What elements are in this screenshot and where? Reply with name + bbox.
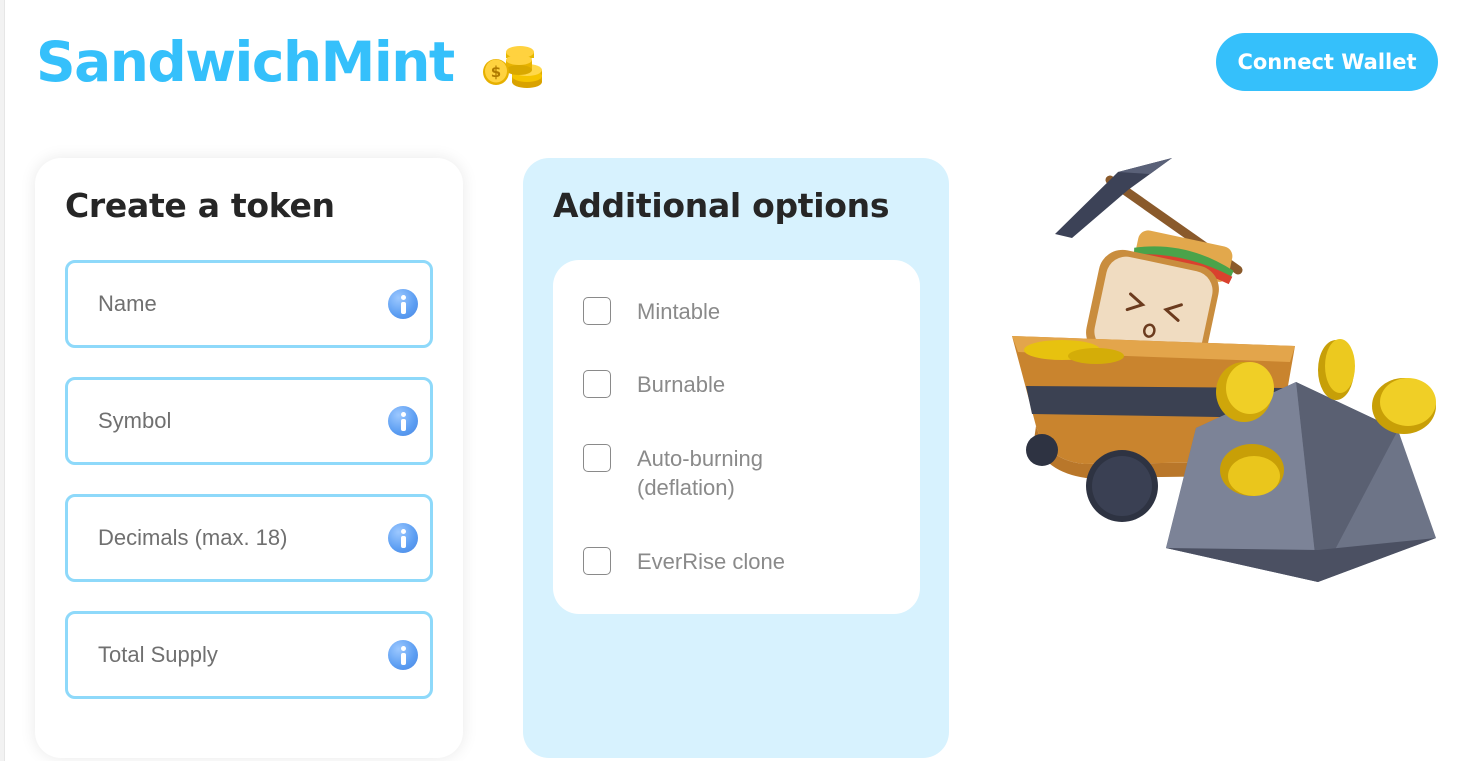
symbol-field-placeholder: Symbol [98, 408, 172, 433]
burnable-checkbox[interactable] [583, 370, 611, 398]
decimals-field-placeholder: Decimals (max. 18) [98, 525, 288, 550]
everrise-clone-checkbox[interactable] [583, 547, 611, 575]
additional-options-title: Additional options [553, 186, 890, 225]
name-field-placeholder: Name [98, 291, 157, 316]
logo-text: SandwichMint [36, 30, 455, 94]
decimals-field[interactable]: Decimals (max. 18) [65, 494, 433, 582]
option-label: Burnable [637, 372, 726, 397]
option-mintable[interactable]: Mintable [583, 297, 817, 326]
sandwich-mine-cart-illustration [1000, 150, 1450, 595]
create-token-card: Create a token Name Symbol Decimals (max… [35, 158, 463, 758]
mintable-checkbox[interactable] [583, 297, 611, 325]
svg-text:$: $ [490, 63, 500, 81]
page-left-edge [0, 0, 5, 761]
name-field[interactable]: Name [65, 260, 433, 348]
option-auto-burning[interactable]: Auto-burning (deflation) [583, 444, 817, 502]
option-burnable[interactable]: Burnable [583, 370, 817, 399]
total-supply-field-placeholder: Total Supply [98, 642, 218, 667]
option-label: EverRise clone [637, 549, 785, 574]
money-coins-icon: $ [480, 42, 544, 90]
info-icon[interactable] [388, 523, 418, 553]
total-supply-field[interactable]: Total Supply [65, 611, 433, 699]
logo[interactable]: SandwichMint $ [36, 24, 544, 100]
auto-burning-checkbox[interactable] [583, 444, 611, 472]
create-token-title: Create a token [65, 186, 335, 225]
symbol-field[interactable]: Symbol [65, 377, 433, 465]
connect-wallet-button[interactable]: Connect Wallet [1216, 33, 1438, 91]
options-list: Mintable Burnable Auto-burning (deflatio… [553, 260, 920, 614]
option-label: Auto-burning (deflation) [637, 446, 763, 500]
info-icon[interactable] [388, 640, 418, 670]
additional-options-card: Additional options Mintable Burnable Aut… [523, 158, 949, 758]
option-label: Mintable [637, 299, 721, 324]
option-everrise-clone[interactable]: EverRise clone [583, 547, 817, 576]
info-icon[interactable] [388, 406, 418, 436]
info-icon[interactable] [388, 289, 418, 319]
